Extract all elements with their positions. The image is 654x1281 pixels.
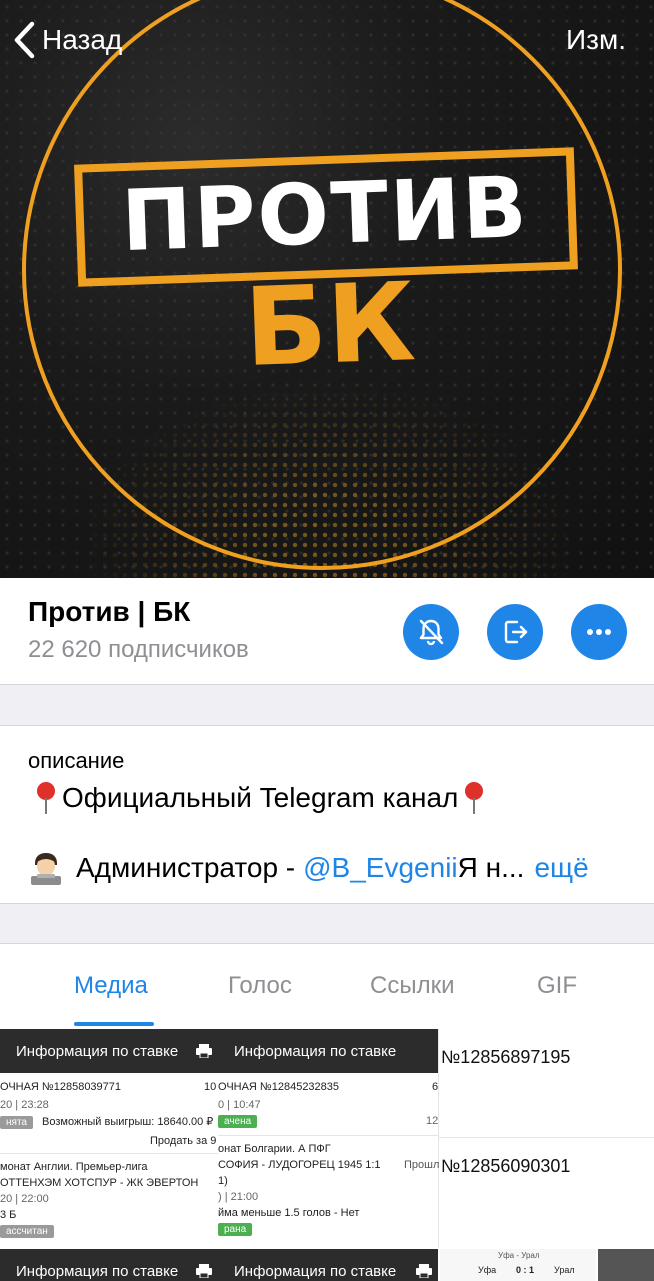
channel-title: Против | БК <box>28 596 191 627</box>
bet-info-header-label: Информация по ставке <box>234 1042 397 1060</box>
team-left: Уфа <box>498 1251 515 1260</box>
channel-info-panel: Против | БК 22 620 подписчиков <box>0 578 654 685</box>
channel-cover-image: ПРОТИВ БК Назад Изм. <box>0 0 654 578</box>
bet-info-header: Информация по ставке <box>218 1249 438 1281</box>
description-line-2-suffix: Я н... <box>457 852 525 883</box>
bet-result-badge: рана <box>218 1223 253 1236</box>
subscriber-count: 22 620 подписчиков <box>28 636 249 663</box>
bet-time: 20 | 23:28 <box>0 1099 49 1111</box>
back-label: Назад <box>42 24 123 55</box>
bet-info-header-label: Информация по ставке <box>16 1262 179 1280</box>
media-thumbnail[interactable]: Уфа - Урал Уфа 0 : 1 Урал <box>440 1249 596 1281</box>
bet-number: ОЧНАЯ №12845232835 <box>218 1081 340 1093</box>
tab-gif[interactable]: GIF <box>537 972 577 1000</box>
admin-mention-link[interactable]: @B_Evgenii <box>303 852 458 884</box>
media-thumbnail[interactable] <box>598 1249 654 1281</box>
bet-time: 0 | 10:47 <box>218 1099 261 1111</box>
bet-info-header: Информация по ставке <box>0 1249 218 1281</box>
bet-info-header: Информация по ставке <box>218 1029 438 1073</box>
bet-result-row: ассчитан <box>0 1225 54 1238</box>
bet-result-row: рана <box>218 1223 253 1236</box>
media-thumbnail[interactable]: №12856090301 <box>438 1137 654 1248</box>
league-name: онат Болгарии. А ПФГ <box>218 1143 331 1155</box>
active-tab-indicator <box>74 1022 154 1026</box>
bet-info-header-label: Информация по ставке <box>16 1042 179 1060</box>
leave-icon <box>504 620 528 644</box>
shared-media-panel: Медиа Голос Ссылки GIF Информация по ста… <box>0 943 654 1281</box>
printer-icon <box>416 1264 432 1278</box>
mute-button[interactable] <box>403 604 459 660</box>
media-thumbnail[interactable]: Информация по ставке ОЧНАЯ №12858039771 … <box>0 1029 218 1247</box>
media-thumbnail[interactable]: №12856897195 <box>438 1029 654 1137</box>
match-score: 0 : 1 <box>516 1265 535 1275</box>
bet-status-badge: ачена <box>218 1115 258 1128</box>
league-name: монат Англии. Премьер-лига <box>0 1161 148 1173</box>
ticket-number: №12856090301 <box>441 1156 571 1176</box>
ellipsis-icon <box>587 629 611 635</box>
ticket-prefix: Прошл <box>404 1159 440 1171</box>
media-thumbnail[interactable]: Информация по ставке ОЧНАЯ №12845232835 … <box>218 1029 438 1247</box>
sell-label: Продать за 9 <box>150 1135 217 1147</box>
team-right-short: Урал <box>554 1265 575 1275</box>
more-options-button[interactable] <box>571 604 627 660</box>
bet-number: ОЧНАЯ №12858039771 <box>0 1081 122 1093</box>
chevron-left-icon <box>14 21 35 59</box>
bet-info-header-label: Информация по ставке <box>234 1262 397 1280</box>
team-left-short: Уфа <box>478 1265 497 1275</box>
media-thumbnail[interactable]: Информация по ставке <box>0 1249 218 1281</box>
bet-outcome: йма меньше 1.5 голов - Нет <box>218 1207 360 1219</box>
team-right: Урал <box>521 1251 540 1260</box>
technologist-emoji-icon <box>31 853 61 885</box>
cover-title-line2: БК <box>242 260 418 391</box>
tab-voice[interactable]: Голос <box>228 972 292 1000</box>
description-line-1: Официальный Telegram канал <box>28 782 490 814</box>
match-teams: Уфа - Урал <box>498 1251 540 1260</box>
pushpin-icon <box>36 782 56 814</box>
match-name: ОТТЕНХЭМ ХОТСПУР - ЖК ЭВЕРТОН <box>0 1177 199 1189</box>
edit-button[interactable]: Изм. <box>566 18 626 62</box>
description-line-2-prefix: Администратор - <box>76 852 296 883</box>
ticket-number: №12856897195 <box>441 1047 571 1067</box>
description-panel: описание Официальный Telegram канал Адми… <box>0 725 654 904</box>
show-more-link[interactable]: ещё <box>534 852 588 884</box>
divider <box>218 1135 438 1136</box>
bet-status-row: нята Возможный выигрыш: 18640.00 ₽ <box>0 1115 213 1129</box>
match-name-cont: 1) <box>218 1175 228 1187</box>
match-date: 20 | 22:00 <box>0 1193 49 1205</box>
divider <box>0 1153 218 1154</box>
printer-icon <box>196 1264 212 1278</box>
tab-media[interactable]: Медиа <box>74 972 148 1000</box>
bell-muted-icon <box>419 619 444 646</box>
printer-icon <box>196 1044 212 1058</box>
leave-button[interactable] <box>487 604 543 660</box>
cover-title-line1: ПРОТИВ <box>119 157 531 271</box>
description-label: описание <box>28 748 125 773</box>
bet-status-badge: нята <box>0 1116 33 1129</box>
match-date: ) | 21:00 <box>218 1191 259 1203</box>
bet-number-tail: 10 <box>204 1081 217 1093</box>
bet-amount-tail: 12 <box>426 1115 438 1127</box>
bet-result-badge: ассчитан <box>0 1225 54 1238</box>
pushpin-icon <box>464 782 484 814</box>
match-name: СОФИЯ - ЛУДОГОРЕЦ 1945 1:1 <box>218 1159 381 1171</box>
description-line-2: Администратор - @B_Evgenii Я н... ещё <box>28 850 589 886</box>
tab-links[interactable]: Ссылки <box>370 972 455 1000</box>
bet-outcome: 3 Б <box>0 1209 17 1221</box>
media-thumbnail[interactable]: Информация по ставке <box>218 1249 438 1281</box>
bet-status-row: ачена <box>218 1115 258 1128</box>
possible-win: Возможный выигрыш: 18640.00 ₽ <box>42 1116 214 1128</box>
description-line-1-text: Официальный Telegram канал <box>62 782 459 813</box>
bet-info-header: Информация по ставке <box>0 1029 218 1073</box>
back-button[interactable]: Назад <box>12 18 122 62</box>
